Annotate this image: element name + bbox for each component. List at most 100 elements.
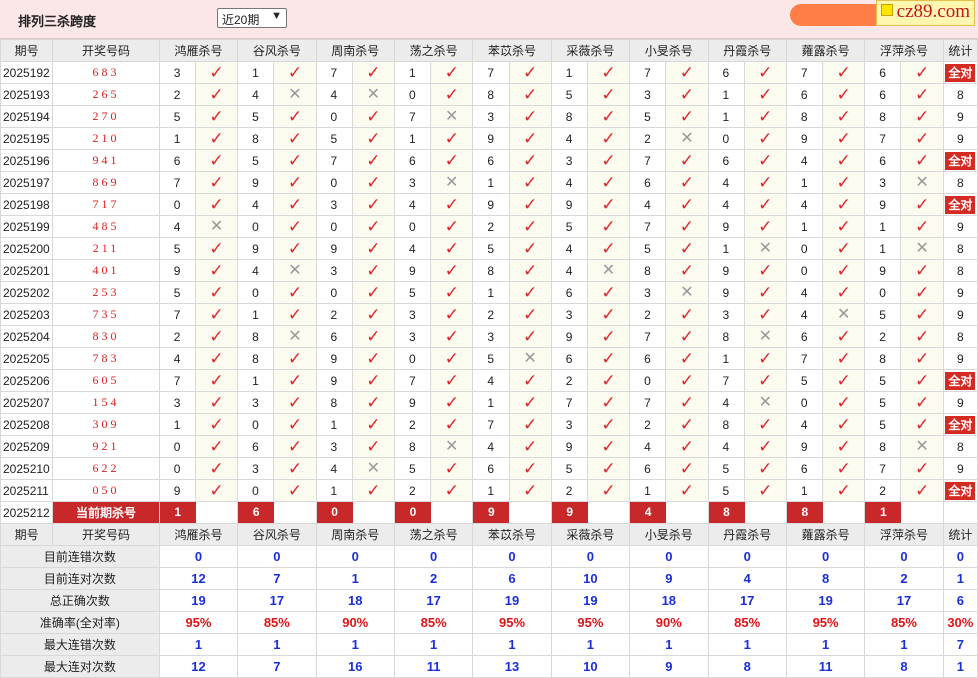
kill-number: 4 [550, 259, 588, 282]
check-icon: ✓ [209, 173, 224, 192]
kill-number: 8 [393, 435, 432, 458]
summary-number: 18 [661, 593, 677, 608]
check-icon: ✓ [601, 63, 616, 82]
all-correct-badge: 全对 [945, 151, 976, 170]
current-kill-number: 0 [317, 502, 353, 523]
table-row: 2025198 717 0 ✓ 4 ✓ 3 ✓ 4 ✓ 9 ✓ 9 ✓ 4 ✓ 4 ✓ 4 ✓ 9 ✓ 全对 [0, 193, 978, 216]
col-expert[interactable]: 荡之杀号 [393, 39, 474, 62]
current-kill-cell: 1 [158, 501, 239, 524]
check-icon: ✓ [444, 283, 459, 302]
result-cell: ✓ [508, 325, 552, 348]
current-kill-cell: 0 [315, 501, 395, 524]
kill-number: 3 [550, 303, 588, 326]
kill-number: 0 [393, 83, 432, 106]
issue-cell: 2025196 [0, 149, 54, 172]
kill-number: 7 [472, 61, 510, 84]
kill-number: 9 [237, 171, 275, 194]
check-icon: ✓ [836, 437, 851, 456]
issue-cell: 2025192 [0, 61, 54, 84]
check-icon: ✓ [679, 85, 695, 104]
result-cell: ✓ [351, 347, 395, 370]
cross-icon: ✕ [288, 262, 302, 279]
result-cell: ✓ [430, 259, 474, 282]
col-expert[interactable]: 周南杀号 [315, 39, 395, 62]
check-icon: ✓ [366, 239, 381, 258]
col-expert[interactable]: 鸿雁杀号 [158, 523, 239, 546]
check-icon: ✓ [366, 261, 381, 280]
summary-row: 准确率(全对率) 95% 85% 90% 85% 95% 95% 90% 85% 95% 85% 30… [0, 611, 978, 634]
result-cell: ✓ [665, 193, 709, 216]
col-expert[interactable]: 丹霞杀号 [707, 523, 787, 546]
summary-value: 10 [550, 655, 631, 678]
result-cell: ✓ [430, 237, 474, 260]
check-icon: ✓ [287, 349, 303, 368]
result-cell: ✕ [430, 171, 474, 194]
check-icon: ✓ [522, 437, 538, 456]
kill-number: 1 [237, 61, 275, 84]
summary-number: 0 [273, 549, 281, 564]
col-expert[interactable]: 小旻杀号 [629, 523, 709, 546]
col-expert[interactable]: 荡之杀号 [393, 523, 474, 546]
result-cell: ✓ [665, 303, 709, 326]
summary-value: 85% [237, 611, 317, 634]
draw-number: 830 [52, 325, 160, 348]
top-bar: 排列三杀跨度 近20期 ▼ cz89.com [0, 0, 978, 39]
col-expert[interactable]: 浮萍杀号 [864, 523, 944, 546]
kill-number: 4 [707, 391, 745, 414]
summary-value: 1 [315, 633, 395, 656]
col-expert[interactable]: 谷风杀号 [237, 523, 317, 546]
kill-number: 4 [393, 193, 432, 216]
check-icon: ✓ [679, 437, 695, 456]
col-expert[interactable]: 苯苡杀号 [472, 39, 552, 62]
issue-cell: 2025203 [0, 303, 54, 326]
kill-number: 3 [315, 193, 353, 216]
summary-number: 90% [655, 615, 682, 630]
stat-cell: 9 [942, 391, 978, 414]
kill-number: 3 [158, 391, 196, 414]
draw-number: 921 [52, 435, 160, 458]
kill-number: 9 [315, 347, 353, 370]
col-expert[interactable]: 谷风杀号 [237, 39, 317, 62]
result-cell: ✓ [430, 215, 474, 238]
col-expert[interactable]: 丹霞杀号 [707, 39, 787, 62]
summary-value: 0 [472, 545, 552, 568]
result-cell: ✓ [430, 303, 474, 326]
result-cell: ✓ [743, 83, 787, 106]
summary-label: 准确率(全对率) [0, 611, 160, 634]
period-select[interactable]: 近20期 ▼ [217, 8, 287, 28]
result-cell: ✓ [586, 83, 631, 106]
kill-number: 5 [629, 105, 667, 128]
col-expert[interactable]: 鸿雁杀号 [158, 39, 239, 62]
kill-number: 6 [707, 149, 745, 172]
summary-value: 11 [393, 655, 474, 678]
col-expert[interactable]: 小旻杀号 [629, 39, 709, 62]
col-expert[interactable]: 浮萍杀号 [864, 39, 944, 62]
result-cell: ✓ [508, 435, 552, 458]
result-cell: ✓ [822, 83, 866, 106]
summary-number: 95% [185, 615, 212, 630]
check-icon: ✓ [679, 239, 695, 258]
kill-number: 1 [315, 413, 353, 436]
result-cell: ✓ [822, 435, 866, 458]
check-icon: ✓ [679, 261, 695, 280]
kill-number: 9 [393, 259, 432, 282]
kill-number: 7 [864, 457, 902, 480]
summary-value: 19 [158, 589, 239, 612]
kill-number: 6 [550, 281, 588, 304]
col-expert[interactable]: 蕹露杀号 [785, 523, 866, 546]
summary-total-number: 0 [956, 549, 964, 564]
col-expert[interactable]: 周南杀号 [315, 523, 395, 546]
result-cell: ✓ [508, 83, 552, 106]
kill-number: 1 [237, 303, 275, 326]
check-icon: ✓ [601, 151, 616, 170]
col-expert[interactable]: 采薇杀号 [550, 523, 631, 546]
col-expert[interactable]: 蕹露杀号 [785, 39, 866, 62]
result-cell: ✓ [508, 215, 552, 238]
summary-value: 1 [393, 633, 474, 656]
col-expert[interactable]: 苯苡杀号 [472, 523, 552, 546]
site-logo[interactable]: cz89.com [875, 0, 975, 26]
result-cell: ✓ [508, 479, 552, 502]
col-expert[interactable]: 采薇杀号 [550, 39, 631, 62]
check-icon: ✓ [758, 107, 773, 126]
kill-number: 6 [864, 83, 902, 106]
